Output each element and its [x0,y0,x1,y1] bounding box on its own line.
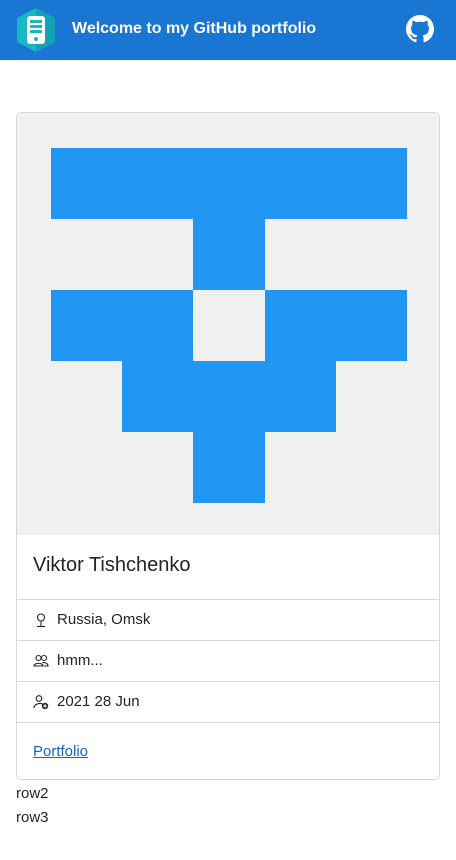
profile-name: Viktor Tishchenko [33,554,191,576]
people-icon [33,654,49,667]
mobile-app-hexagon-icon[interactable] [15,7,57,53]
github-icon[interactable] [406,15,434,43]
row-2-text: row2 [16,785,49,802]
location-pin-icon [36,613,46,628]
identicon-avatar [17,113,439,535]
row-3-text: row3 [16,809,49,826]
page-title: Welcome to my GitHub portfolio [72,20,317,37]
profile-card: Viktor Tishchenko Russia, Omsk hmm... 20… [16,112,440,780]
people-text: hmm... [57,652,103,669]
top-navbar: Welcome to my GitHub portfolio [0,0,456,60]
list-item-people: hmm... [17,640,439,680]
joined-date-text: 2021 28 Jun [57,693,140,710]
location-text: Russia, Omsk [57,611,151,628]
portfolio-link[interactable]: Portfolio [33,743,88,760]
user-add-icon [33,695,49,710]
list-item-location: Russia, Omsk [17,599,439,639]
list-item-joined: 2021 28 Jun [17,681,439,721]
